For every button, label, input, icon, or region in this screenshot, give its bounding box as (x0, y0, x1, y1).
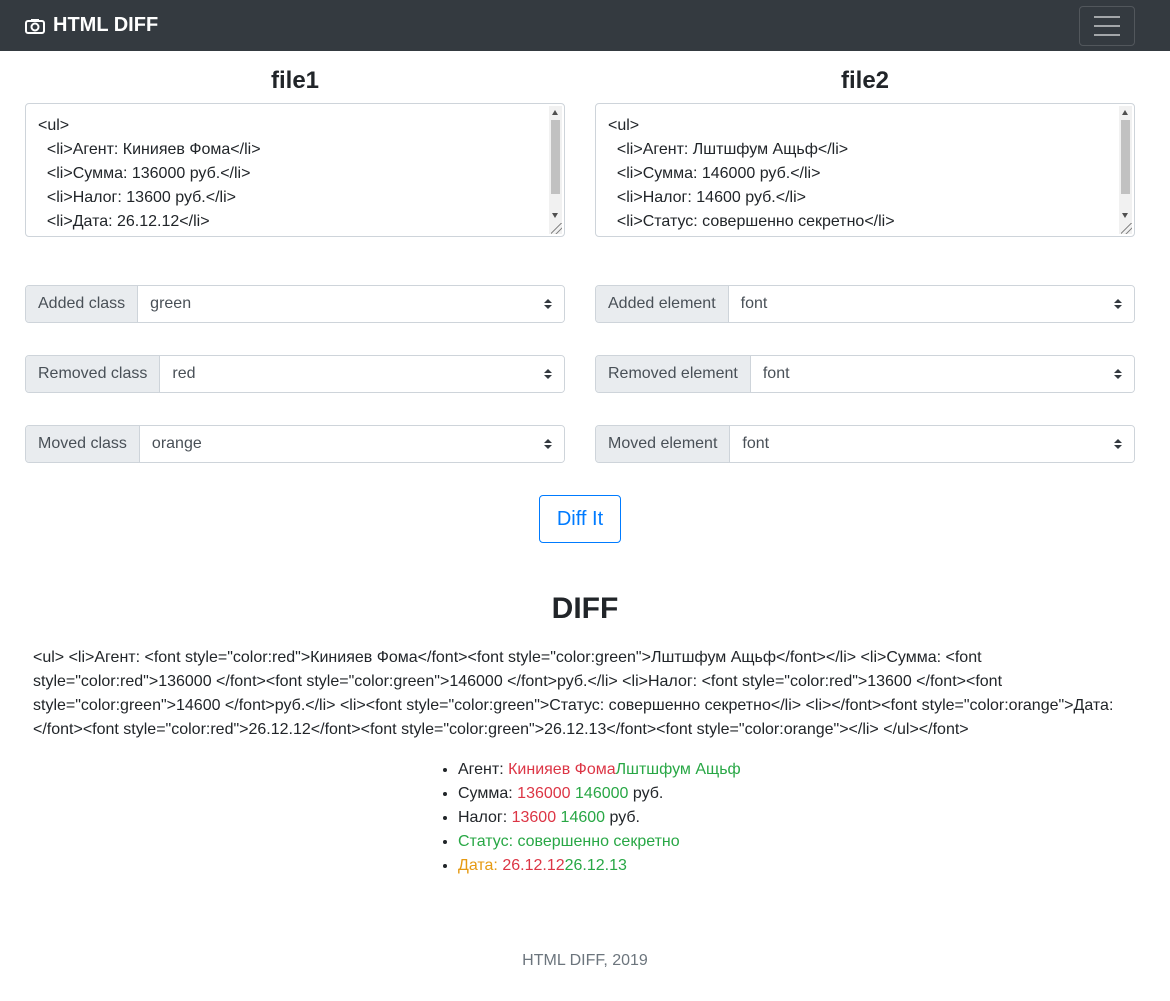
file1-title: file1 (270, 67, 320, 94)
moved-class-label: Moved class (26, 426, 140, 462)
scroll-up-icon[interactable] (1122, 110, 1128, 115)
footer: HTML DIFF, 2019 (522, 952, 648, 969)
resize-handle-icon[interactable] (1121, 223, 1132, 234)
file2-title: file2 (840, 67, 890, 94)
list-item: Агент: Кинияев ФомаЛштшфум Ащьф (458, 758, 741, 782)
hamburger-line (1094, 24, 1120, 27)
file1-textarea[interactable]: <ul> <li>Агент: Кинияев Фома</li> <li>Су… (25, 103, 565, 237)
item-label: Сумма: (458, 785, 518, 802)
added-text: Лштшфум Ащьф (615, 761, 741, 778)
select-arrows-icon (544, 369, 552, 379)
hamburger-menu-icon (1094, 15, 1120, 18)
added-text: Статус: совершенно секретно (458, 833, 680, 850)
file1-content: <ul> <li>Агент: Кинияев Фома</li> <li>Су… (38, 117, 261, 230)
removed-element-value: font (762, 365, 790, 382)
scroll-down-icon[interactable] (552, 213, 558, 218)
scroll-down-icon[interactable] (1122, 213, 1128, 218)
hamburger-line (1094, 33, 1120, 36)
added-class-select[interactable]: green (138, 286, 564, 322)
moved-element-label: Moved element (596, 426, 731, 462)
removed-text: 13600 (511, 809, 557, 826)
item-suffix: руб. (605, 809, 640, 826)
added-class-group: Added class green (25, 285, 565, 323)
moved-class-value: orange (151, 435, 202, 452)
added-element-value: font (740, 295, 768, 312)
moved-element-value: font (742, 435, 770, 452)
moved-class-select[interactable]: orange (139, 426, 564, 462)
removed-class-select[interactable]: red (160, 356, 564, 392)
added-text: 26.12.13 (564, 857, 627, 874)
item-label: Агент: (458, 761, 509, 778)
added-text: 146000 (575, 785, 629, 802)
select-arrows-icon (1114, 439, 1122, 449)
diff-raw-output: <ul> <li>Агент: <font style="color:red">… (33, 649, 1114, 738)
select-arrows-icon (544, 299, 552, 309)
removed-class-value: red (172, 365, 196, 382)
file2-textarea[interactable]: <ul> <li>Агент: Лштшфум Ащьф</li> <li>Су… (595, 103, 1135, 237)
scrollbar-thumb[interactable] (551, 120, 560, 194)
select-arrows-icon (1114, 299, 1122, 309)
brand-link[interactable]: HTML DIFF (25, 14, 158, 37)
navbar: HTML DIFF (0, 0, 1170, 51)
added-class-label: Added class (26, 286, 139, 322)
moved-text: Дата: (458, 857, 503, 874)
item-label: Налог: (458, 809, 512, 826)
removed-element-group: Removed element font (595, 355, 1135, 393)
removed-element-label: Removed element (596, 356, 751, 392)
scroll-up-icon[interactable] (552, 110, 558, 115)
scrollbar-thumb[interactable] (1121, 120, 1130, 194)
added-class-value: green (150, 295, 192, 312)
moved-element-group: Moved element font (595, 425, 1135, 463)
select-arrows-icon (1114, 369, 1122, 379)
select-arrows-icon (544, 439, 552, 449)
file2-content: <ul> <li>Агент: Лштшфум Ащьф</li> <li>Су… (608, 117, 895, 230)
moved-class-group: Moved class orange (25, 425, 565, 463)
list-item: Дата: 26.12.1226.12.13 (458, 854, 741, 878)
removed-element-select[interactable]: font (750, 356, 1134, 392)
added-element-label: Added element (596, 286, 729, 322)
navbar-toggle-button[interactable] (1079, 5, 1135, 46)
camera-icon (25, 18, 45, 34)
removed-text: 136000 (517, 785, 571, 802)
removed-class-label: Removed class (26, 356, 161, 392)
diff-rendered-list: Агент: Кинияев ФомаЛштшфум Ащьф Сумма: 1… (418, 758, 741, 878)
moved-element-select[interactable]: font (730, 426, 1134, 462)
list-item: Сумма: 136000 146000 руб. (458, 782, 741, 806)
removed-text: 26.12.12 (502, 857, 565, 874)
removed-text: Кинияев Фома (508, 761, 616, 778)
added-text: 14600 (560, 809, 606, 826)
added-element-select[interactable]: font (728, 286, 1134, 322)
resize-handle-icon[interactable] (551, 223, 562, 234)
diff-it-button[interactable]: Diff It (539, 495, 621, 543)
file1-scrollbar[interactable] (549, 106, 562, 234)
diff-title: DIFF (551, 592, 619, 625)
brand-title: HTML DIFF (53, 14, 159, 36)
item-suffix: руб. (628, 785, 664, 802)
list-item: Налог: 13600 14600 руб. (458, 806, 741, 830)
list-item: Статус: совершенно секретно (458, 830, 741, 854)
file2-scrollbar[interactable] (1119, 106, 1132, 234)
added-element-group: Added element font (595, 285, 1135, 323)
removed-class-group: Removed class red (25, 355, 565, 393)
